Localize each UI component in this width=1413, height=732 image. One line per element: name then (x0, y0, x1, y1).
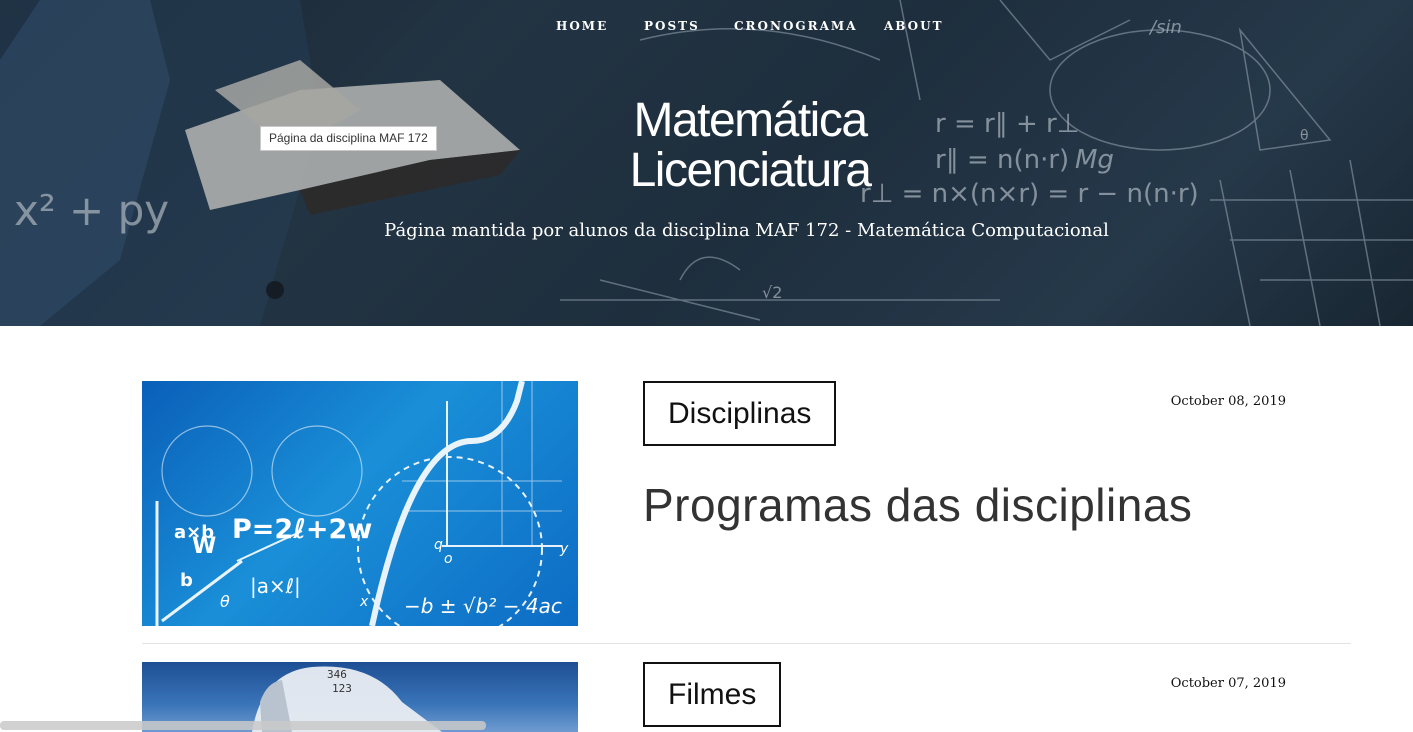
svg-text:x: x (359, 594, 369, 610)
post-date: October 08, 2019 (1170, 394, 1286, 409)
svg-text:346: 346 (327, 668, 347, 681)
svg-text:b: b (180, 570, 193, 591)
hero-banner: x² + py r = r∥ + r⊥ r∥ = n(n·r) Mg r⊥ = … (0, 0, 1413, 326)
post-tag-filmes[interactable]: Filmes (643, 662, 782, 727)
post-divider (142, 643, 1351, 644)
svg-text:|a×ℓ|: |a×ℓ| (250, 574, 301, 598)
svg-text:o: o (444, 551, 453, 567)
svg-text:θ: θ (220, 592, 230, 611)
site-tagline: Página mantida por alunos da disciplina … (384, 220, 1109, 241)
site-title[interactable]: Matemática Licenciatura (600, 96, 900, 196)
post-title-link[interactable]: Programas das disciplinas (643, 478, 1192, 532)
nav-home-link[interactable]: HOME (556, 19, 608, 33)
svg-text:y: y (559, 541, 569, 557)
post-tag-disciplinas[interactable]: Disciplinas (643, 381, 837, 446)
title-tooltip: Página da disciplina MAF 172 (260, 126, 437, 151)
nav-about-link[interactable]: ABOUT (884, 19, 944, 33)
svg-text:P=2ℓ+2w: P=2ℓ+2w (232, 514, 372, 545)
svg-text:−b ± √b² − 4ac: −b ± √b² − 4ac (404, 594, 562, 618)
math-formulas-image: P=2ℓ+2w a×b W b |a×ℓ| θ −b ± √b² − 4ac x… (155, 381, 569, 626)
post-thumbnail-math[interactable]: P=2ℓ+2w a×b W b |a×ℓ| θ −b ± √b² − 4ac x… (142, 381, 578, 626)
post-date: October 07, 2019 (1170, 676, 1286, 691)
nav-posts-link[interactable]: POSTS (644, 19, 700, 33)
svg-text:123: 123 (332, 682, 352, 695)
horizontal-scrollbar[interactable] (0, 721, 486, 730)
svg-text:W: W (192, 534, 216, 559)
site-title-line-1: Matemática (633, 94, 868, 147)
nav-cronograma-link[interactable]: CRONOGRAMA (734, 19, 858, 33)
main-nav: HOME POSTS CRONOGRAMA ABOUT (0, 19, 1413, 37)
svg-text:q: q (434, 537, 443, 553)
site-title-line-2: Licenciatura (629, 144, 872, 197)
